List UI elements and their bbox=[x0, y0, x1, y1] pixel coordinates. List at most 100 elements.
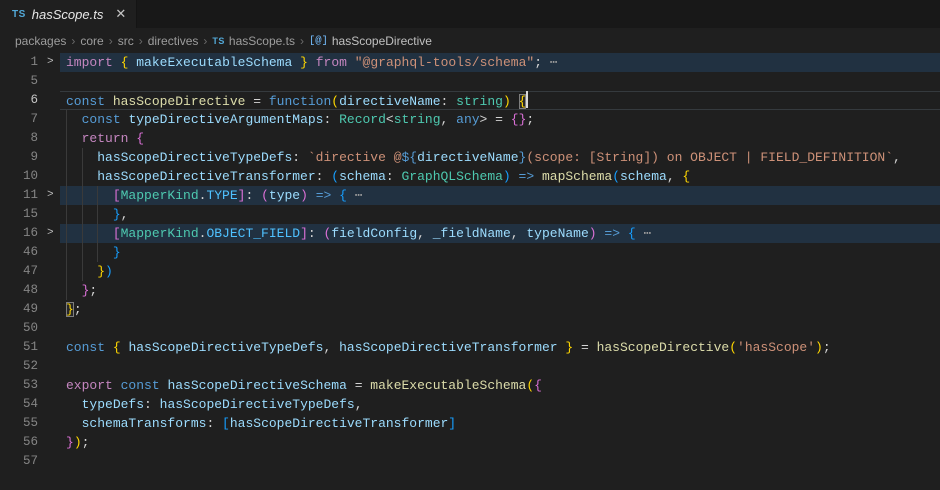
breadcrumb-separator-icon: › bbox=[109, 34, 113, 48]
code-line-50[interactable]: 50 bbox=[0, 319, 940, 338]
code-text: schemaTransforms: [hasScopeDirectiveTran… bbox=[66, 414, 456, 433]
code-line-9[interactable]: 9 hasScopeDirectiveTypeDefs: `directive … bbox=[0, 148, 940, 167]
code-text: hasScopeDirectiveTransformer: (schema: G… bbox=[66, 167, 690, 186]
gutter-spacer bbox=[38, 357, 66, 376]
line-number: 8 bbox=[0, 129, 38, 148]
code-text: typeDefs: hasScopeDirectiveTypeDefs, bbox=[66, 395, 363, 414]
breadcrumb-separator-icon: › bbox=[139, 34, 143, 48]
close-icon[interactable]: ✕ bbox=[115, 6, 126, 22]
code-text: return { bbox=[66, 129, 144, 148]
gutter-spacer bbox=[38, 243, 66, 262]
editor[interactable]: 1>import { makeExecutableSchema } from "… bbox=[0, 53, 940, 490]
gutter-spacer bbox=[38, 91, 66, 110]
editor-lines: 1>import { makeExecutableSchema } from "… bbox=[0, 53, 940, 490]
code-line-47[interactable]: 47 }) bbox=[0, 262, 940, 281]
code-text: const hasScopeDirective = function(direc… bbox=[66, 91, 528, 110]
code-text: [MapperKind.TYPE]: (type) => { ⋯ bbox=[66, 186, 363, 205]
fold-chevron-icon[interactable]: > bbox=[38, 186, 66, 205]
code-line-49[interactable]: 49}; bbox=[0, 300, 940, 319]
line-number: 6 bbox=[0, 91, 38, 110]
code-text: } bbox=[66, 243, 121, 262]
code-line-51[interactable]: 51 const { hasScopeDirectiveTypeDefs, has… bbox=[0, 338, 940, 357]
line-number: 47 bbox=[0, 262, 38, 281]
breadcrumb-item-label: packages bbox=[15, 34, 66, 48]
line-number: 51 bbox=[0, 338, 38, 357]
breadcrumb-item-src[interactable]: src bbox=[118, 34, 134, 48]
breadcrumb-item-directives[interactable]: directives bbox=[148, 34, 199, 48]
code-text: }, bbox=[66, 205, 128, 224]
gutter-spacer bbox=[38, 110, 66, 129]
code-text: }; bbox=[66, 300, 82, 319]
code-line-54[interactable]: 54 typeDefs: hasScopeDirectiveTypeDefs, bbox=[0, 395, 940, 414]
breadcrumb-item-core[interactable]: core bbox=[80, 34, 103, 48]
gutter-spacer bbox=[38, 376, 66, 395]
code-line-56[interactable]: 56}); bbox=[0, 433, 940, 452]
code-line-7[interactable]: 7 const typeDirectiveArgumentMaps: Recor… bbox=[0, 110, 940, 129]
line-number: 48 bbox=[0, 281, 38, 300]
breadcrumb-item-hasscopedirective[interactable]: [@]hasScopeDirective bbox=[309, 34, 432, 48]
line-number: 9 bbox=[0, 148, 38, 167]
ts-file-icon: TS bbox=[12, 9, 26, 20]
tab-title: hasScope.ts bbox=[32, 7, 104, 22]
line-number: 50 bbox=[0, 319, 38, 338]
breadcrumb-item-packages[interactable]: packages bbox=[15, 34, 66, 48]
breadcrumb-separator-icon: › bbox=[203, 34, 207, 48]
breadcrumb-item-label: hasScope.ts bbox=[229, 34, 295, 48]
line-number: 10 bbox=[0, 167, 38, 186]
tab-hasscope[interactable]: TS hasScope.ts ✕ bbox=[0, 0, 137, 28]
breadcrumb-separator-icon: › bbox=[300, 34, 304, 48]
breadcrumb-item-label: src bbox=[118, 34, 134, 48]
code-line-6[interactable]: 6 const hasScopeDirective = function(dire… bbox=[0, 91, 940, 110]
gutter-spacer bbox=[38, 167, 66, 186]
gutter-spacer bbox=[38, 338, 66, 357]
line-number: 7 bbox=[0, 110, 38, 129]
code-line-11[interactable]: 11> [MapperKind.TYPE]: (type) => { ⋯ bbox=[0, 186, 940, 205]
code-line-57[interactable]: 57 bbox=[0, 452, 940, 471]
code-line-1[interactable]: 1>import { makeExecutableSchema } from "… bbox=[0, 53, 940, 72]
breadcrumb-item-hasscope-ts[interactable]: TS hasScope.ts bbox=[212, 34, 295, 48]
breadcrumb-item-label: directives bbox=[148, 34, 199, 48]
line-number: 57 bbox=[0, 452, 38, 471]
code-line-5[interactable]: 5 bbox=[0, 72, 940, 91]
code-text: }; bbox=[66, 281, 97, 300]
gutter-spacer bbox=[38, 129, 66, 148]
code-text: import { makeExecutableSchema } from "@g… bbox=[66, 53, 558, 72]
code-line-8[interactable]: 8 return { bbox=[0, 129, 940, 148]
gutter-spacer bbox=[38, 433, 66, 452]
code-line-16[interactable]: 16> [MapperKind.OBJECT_FIELD]: (fieldCon… bbox=[0, 224, 940, 243]
code-text: const { hasScopeDirectiveTypeDefs, hasSc… bbox=[66, 338, 831, 357]
code-line-48[interactable]: 48 }; bbox=[0, 281, 940, 300]
line-number: 54 bbox=[0, 395, 38, 414]
gutter-spacer bbox=[38, 414, 66, 433]
gutter-spacer bbox=[38, 205, 66, 224]
code-text: }) bbox=[66, 262, 113, 281]
code-line-52[interactable]: 52 bbox=[0, 357, 940, 376]
line-number: 5 bbox=[0, 72, 38, 91]
code-line-10[interactable]: 10 hasScopeDirectiveTransformer: (schema… bbox=[0, 167, 940, 186]
breadcrumb-item-label: core bbox=[80, 34, 103, 48]
breadcrumb: packages › core › src › directives › TS hasScope.… bbox=[0, 28, 940, 53]
text-cursor bbox=[526, 91, 528, 108]
tab-bar: TS hasScope.ts ✕ bbox=[0, 0, 940, 28]
gutter-spacer bbox=[38, 281, 66, 300]
gutter-spacer bbox=[38, 262, 66, 281]
gutter-spacer bbox=[38, 395, 66, 414]
fold-chevron-icon[interactable]: > bbox=[38, 224, 66, 243]
line-number: 52 bbox=[0, 357, 38, 376]
gutter-spacer bbox=[38, 148, 66, 167]
gutter-spacer bbox=[38, 72, 66, 91]
code-text: [MapperKind.OBJECT_FIELD]: (fieldConfig,… bbox=[66, 224, 651, 243]
code-line-46[interactable]: 46 } bbox=[0, 243, 940, 262]
gutter-spacer bbox=[38, 300, 66, 319]
gutter-spacer bbox=[38, 319, 66, 338]
code-line-15[interactable]: 15 }, bbox=[0, 205, 940, 224]
line-number: 1 bbox=[0, 53, 38, 72]
line-number: 11 bbox=[0, 186, 38, 205]
line-number: 46 bbox=[0, 243, 38, 262]
fold-chevron-icon[interactable]: > bbox=[38, 53, 66, 72]
line-number: 55 bbox=[0, 414, 38, 433]
code-line-55[interactable]: 55 schemaTransforms: [hasScopeDirectiveT… bbox=[0, 414, 940, 433]
ts-file-icon: TS bbox=[212, 36, 225, 46]
code-line-53[interactable]: 53export const hasScopeDirectiveSchema =… bbox=[0, 376, 940, 395]
line-number: 56 bbox=[0, 433, 38, 452]
